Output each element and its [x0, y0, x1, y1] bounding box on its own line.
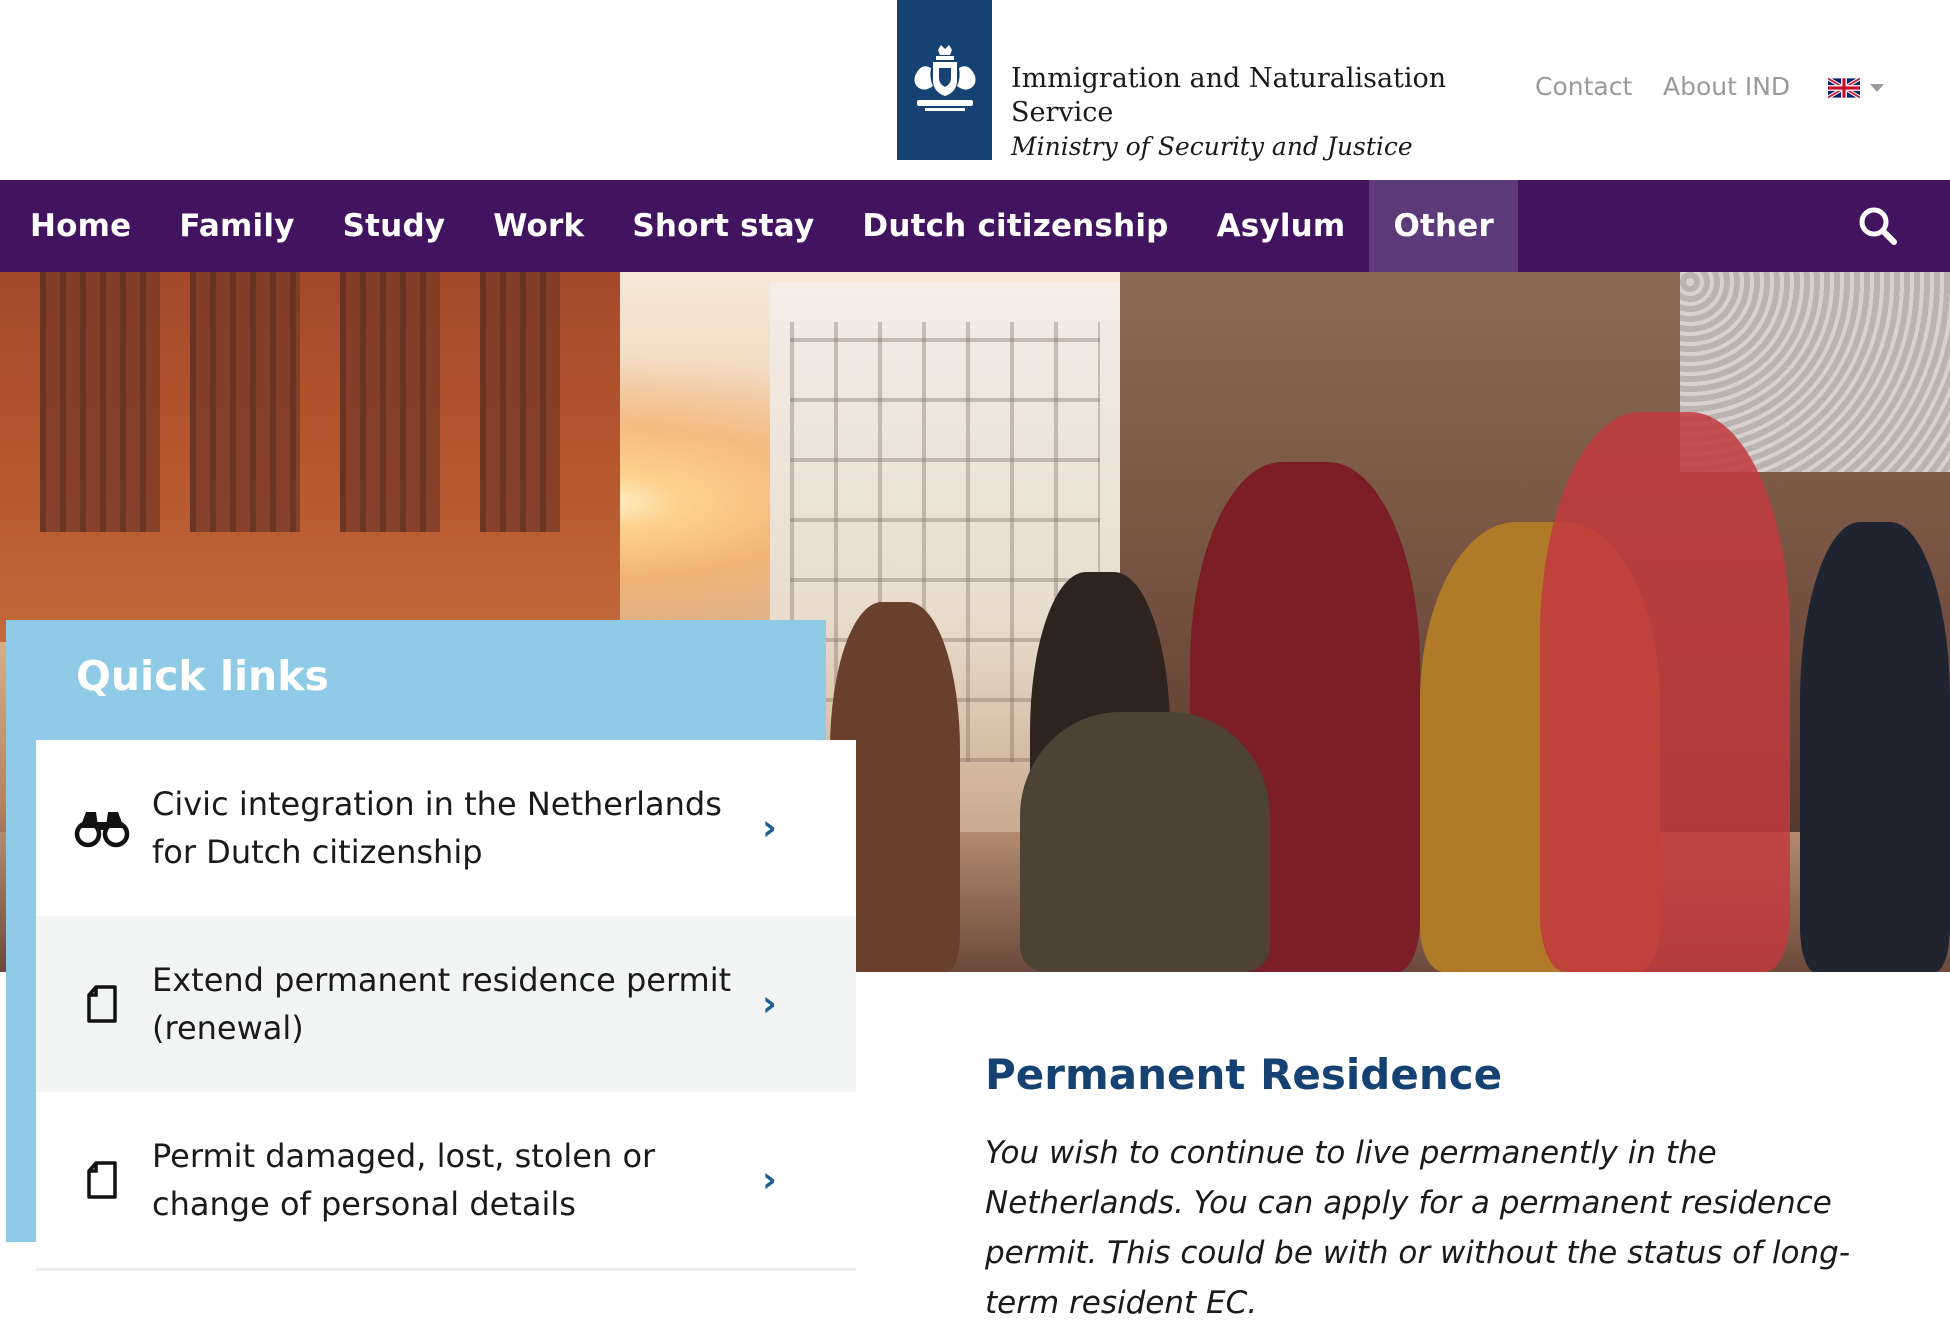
page-title: Permanent Residence [985, 1050, 1503, 1099]
quick-link-permit-damaged[interactable]: Permit damaged, lost, stolen or change o… [36, 1092, 856, 1268]
binoculars-icon [74, 806, 130, 850]
site-header: Immigration and Naturalisation Service M… [0, 0, 1950, 180]
chevron-down-icon [1870, 84, 1884, 92]
government-logo[interactable] [897, 0, 992, 160]
hero-building-left [0, 272, 620, 642]
quick-links-list: Civic integration in the Netherlands for… [36, 740, 856, 1268]
nav-item-dutch-citizenship[interactable]: Dutch citizenship [838, 180, 1192, 272]
document-icon [74, 1158, 130, 1202]
language-selector[interactable] [1828, 78, 1884, 98]
nav-item-family[interactable]: Family [155, 180, 318, 272]
page-intro: You wish to continue to live permanently… [985, 1135, 1851, 1321]
quick-links-divider [36, 1268, 856, 1271]
nav-item-work[interactable]: Work [469, 180, 608, 272]
logo-line-ministry: Ministry of Security and Justice [1011, 132, 1413, 161]
quick-link-extend-permit[interactable]: Extend permanent residence permit (renew… [36, 916, 856, 1092]
quick-links-title: Quick links [76, 652, 329, 700]
uk-flag-icon [1828, 78, 1860, 98]
coat-of-arms-icon [914, 45, 975, 111]
nav-item-short-stay[interactable]: Short stay [608, 180, 838, 272]
nav-item-asylum[interactable]: Asylum [1193, 180, 1370, 272]
chevron-right-icon: › [762, 807, 777, 849]
hero-person [1540, 412, 1790, 972]
logo-text: Immigration and Naturalisation Service M… [1011, 62, 1446, 164]
hero-person [1020, 712, 1270, 972]
main-navigation: Home Family Study Work Short stay Dutch … [0, 180, 1950, 272]
logo-line-agency: Immigration and Naturalisation [1011, 63, 1447, 94]
quick-link-label: Civic integration in the Netherlands for… [152, 785, 722, 871]
chevron-right-icon: › [762, 983, 777, 1025]
nav-item-study[interactable]: Study [319, 180, 470, 272]
document-icon [74, 982, 130, 1026]
nav-item-home[interactable]: Home [0, 180, 155, 272]
quick-link-label: Extend permanent residence permit (renew… [152, 961, 732, 1047]
logo-line-service: Service [1011, 97, 1114, 128]
about-link[interactable]: About IND [1663, 72, 1790, 101]
hero-person [1800, 522, 1950, 972]
search-button[interactable] [1856, 204, 1900, 248]
quick-link-civic-integration[interactable]: Civic integration in the Netherlands for… [36, 740, 856, 916]
quick-link-label: Permit damaged, lost, stolen or change o… [152, 1137, 656, 1223]
search-icon [1859, 207, 1897, 245]
contact-link[interactable]: Contact [1535, 72, 1632, 101]
nav-item-other[interactable]: Other [1369, 180, 1518, 272]
chevron-right-icon: › [762, 1159, 777, 1201]
